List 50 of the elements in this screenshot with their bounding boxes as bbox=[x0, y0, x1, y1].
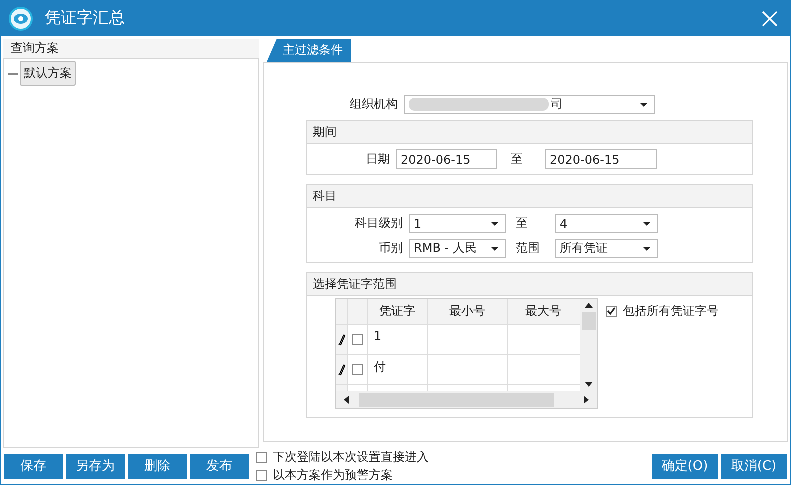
currency-dropdown[interactable]: RMB - 人民 bbox=[409, 239, 506, 258]
scroll-left-icon[interactable] bbox=[344, 396, 349, 404]
option-checkbox[interactable]: 下次登陆以本次设置直接进入 bbox=[256, 448, 429, 466]
field-label: 至 bbox=[515, 215, 529, 232]
window-title: 凭证字汇总 bbox=[45, 8, 126, 29]
filter-tab[interactable]: 主过滤条件 bbox=[267, 39, 351, 62]
tree-item[interactable]: 默认方案 bbox=[20, 61, 76, 86]
scroll-down-icon[interactable] bbox=[584, 382, 592, 387]
level-dropdown[interactable]: 1 bbox=[409, 214, 506, 233]
group-title: 科目 bbox=[307, 185, 752, 208]
scrollbar-thumb[interactable] bbox=[582, 312, 596, 330]
vertical-scrollbar[interactable] bbox=[580, 299, 597, 391]
close-icon[interactable] bbox=[762, 10, 778, 26]
panel-header: 查询方案 bbox=[3, 39, 259, 58]
date-field[interactable]: 2020-06-15 bbox=[396, 149, 497, 169]
column-header: 最小号 bbox=[428, 299, 508, 324]
field-label: 科目级别 bbox=[354, 215, 404, 232]
scope-dropdown[interactable]: 所有凭证 bbox=[555, 239, 658, 258]
scheme-button[interactable]: 保存 bbox=[4, 454, 63, 478]
group-title: 期间 bbox=[307, 121, 752, 144]
scheme-button[interactable]: 删除 bbox=[128, 454, 187, 478]
scrollbar-thumb[interactable] bbox=[359, 392, 554, 406]
date-field[interactable]: 2020-06-15 bbox=[545, 149, 657, 169]
checkmark-icon bbox=[607, 307, 616, 316]
field-label: 币别 bbox=[378, 240, 404, 257]
scheme-button[interactable]: 另存为 bbox=[66, 454, 125, 478]
table-cell: 付 bbox=[368, 355, 428, 384]
scheme-button[interactable]: 发布 bbox=[190, 454, 249, 478]
pencil-icon bbox=[338, 364, 346, 376]
option-checkbox[interactable]: 以本方案作为预警方案 bbox=[256, 466, 429, 484]
horizontal-scrollbar[interactable] bbox=[336, 391, 597, 408]
row-checkbox[interactable] bbox=[352, 334, 363, 345]
scroll-up-icon[interactable] bbox=[584, 303, 592, 308]
table-cell: 1 bbox=[368, 325, 428, 354]
field-label: 至 bbox=[510, 150, 524, 168]
include-all-checkbox[interactable]: 包括所有凭证字号 bbox=[606, 303, 719, 320]
org-dropdown[interactable]: 司 bbox=[404, 95, 655, 114]
dialog-button[interactable]: 取消(C) bbox=[721, 454, 787, 478]
field-label: 范围 bbox=[515, 240, 541, 257]
column-header: 凭证字 bbox=[368, 299, 428, 324]
row-checkbox[interactable] bbox=[352, 364, 363, 375]
level-dropdown[interactable]: 4 bbox=[555, 214, 658, 233]
group-title: 选择凭证字范围 bbox=[307, 273, 752, 296]
column-header: 最大号 bbox=[524, 303, 562, 320]
field-label: 组织机构 bbox=[349, 96, 399, 113]
field-label: 日期 bbox=[365, 150, 391, 168]
pencil-icon bbox=[338, 334, 346, 346]
dialog-button[interactable]: 确定(O) bbox=[652, 454, 718, 478]
eye-logo-icon bbox=[9, 6, 33, 30]
scroll-right-icon[interactable] bbox=[584, 396, 589, 404]
